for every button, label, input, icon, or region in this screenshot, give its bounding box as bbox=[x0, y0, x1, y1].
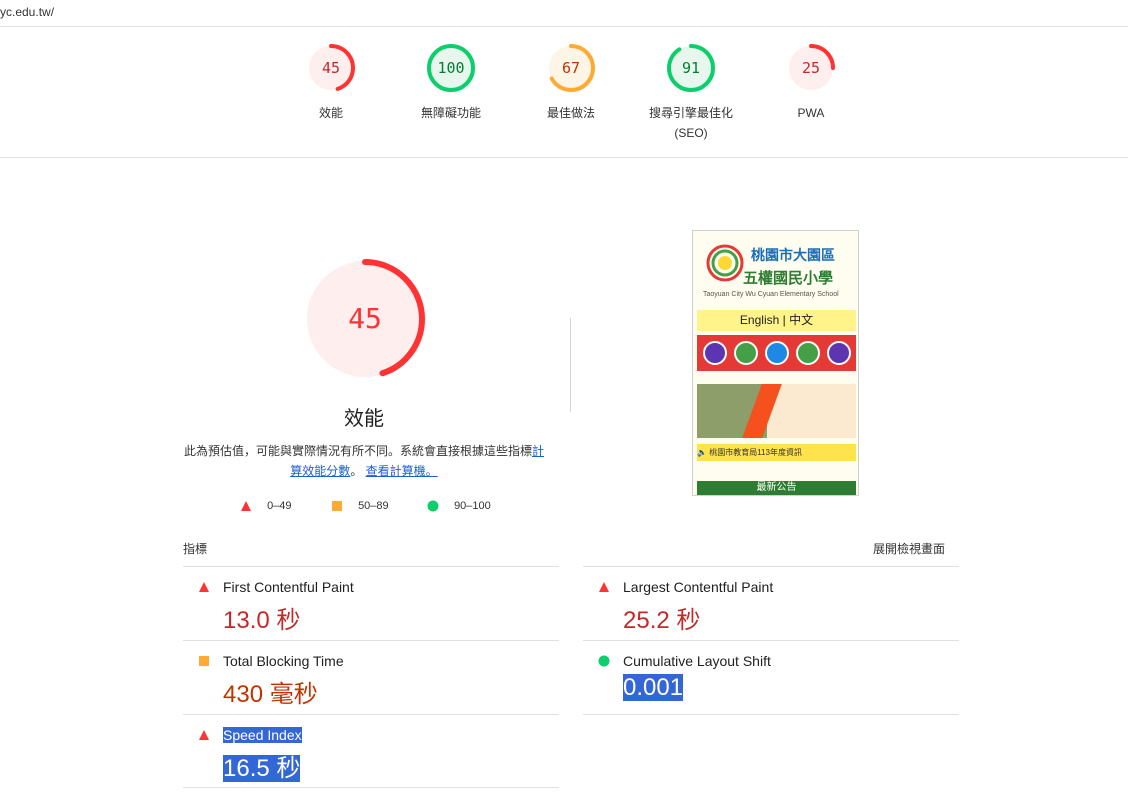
metric-title: Speed Index bbox=[223, 727, 302, 743]
triangle-icon bbox=[599, 582, 609, 592]
gauge-score: 100 bbox=[437, 59, 464, 77]
circle-icon bbox=[427, 500, 439, 512]
gauge-ring-icon: 45 bbox=[307, 44, 355, 92]
legend-range: 0–49 bbox=[267, 500, 292, 513]
legend-fail: 0–49 bbox=[240, 500, 292, 520]
speaker-icon: 🔈 bbox=[697, 448, 707, 457]
description-separator: 。 bbox=[350, 464, 363, 478]
metric-title: Cumulative Layout Shift bbox=[623, 653, 771, 669]
mail-icon bbox=[827, 341, 851, 365]
performance-gauge: 45 bbox=[305, 259, 425, 379]
gauge-label: 效能 bbox=[318, 106, 343, 120]
performance-title: 效能 bbox=[344, 408, 384, 430]
gauge-ring-icon: 67 bbox=[547, 44, 595, 92]
school-logo-icon bbox=[706, 244, 744, 282]
metric-value: 25.2 秒 bbox=[623, 607, 701, 634]
metric-total-blocking-time: Total Blocking Time 430 毫秒 bbox=[183, 640, 559, 714]
preview-news-label: 最新公告 bbox=[697, 481, 856, 495]
grid-icon bbox=[734, 341, 758, 365]
performance-description: 此為預估值，可能與實際情況有所不同。系統會直接根據這些指標計算效能分數。 查看計… bbox=[180, 441, 548, 481]
url-text: yc.edu.tw/ bbox=[0, 5, 55, 19]
expand-view-toggle[interactable]: 展開檢視畫面 bbox=[873, 540, 945, 557]
gauge-label: PWA bbox=[797, 106, 825, 120]
metric-value: 0.001 bbox=[623, 674, 684, 702]
legend-range: 50–89 bbox=[358, 500, 389, 513]
metric-title-selected: Speed Index bbox=[223, 727, 302, 743]
preview-photo bbox=[697, 384, 856, 438]
menu-icon bbox=[703, 341, 727, 365]
preview-school-name: 五權國民小學 bbox=[743, 270, 834, 287]
metric-title: Total Blocking Time bbox=[223, 653, 344, 669]
legend-range: 90–100 bbox=[454, 500, 491, 513]
square-icon bbox=[199, 656, 209, 666]
gauge-accessibility[interactable]: 100 無障礙功能 bbox=[391, 42, 511, 123]
gear-icon bbox=[796, 341, 820, 365]
gauge-label-line1: 搜尋引擎最佳化 bbox=[648, 106, 733, 120]
metric-value: 13.0 秒 bbox=[223, 607, 301, 634]
preview-school-city: 桃園市大園區 bbox=[751, 247, 835, 263]
metric-value-selected: 0.001 bbox=[623, 674, 684, 701]
preview-header: 桃園市大園區 五權國民小學 Taoyuan City Wu Cyuan Elem… bbox=[693, 231, 858, 309]
gauge-seo[interactable]: 91 搜尋引擎最佳化 (SEO) bbox=[631, 42, 751, 143]
preview-language-bar: English | 中文 bbox=[697, 310, 856, 331]
metric-first-contentful-paint: First Contentful Paint 13.0 秒 bbox=[183, 566, 559, 640]
metric-value: 430 毫秒 bbox=[223, 681, 318, 708]
metric-row-divider bbox=[583, 714, 959, 715]
url-bar[interactable]: yc.edu.tw/ bbox=[0, 0, 1128, 27]
triangle-icon bbox=[199, 582, 209, 592]
gauge-pwa[interactable]: 25 PWA bbox=[751, 42, 871, 123]
metric-largest-contentful-paint: Largest Contentful Paint 25.2 秒 bbox=[583, 566, 959, 640]
gauge-ring-icon: 25 bbox=[787, 44, 835, 92]
legend-pass: 90–100 bbox=[427, 500, 491, 520]
preview-school-en: Taoyuan City Wu Cyuan Elementary School bbox=[703, 291, 839, 298]
circle-icon bbox=[598, 655, 610, 667]
gauge-label: 搜尋引擎最佳化 (SEO) bbox=[631, 103, 751, 143]
legend-average: 50–89 bbox=[331, 500, 389, 520]
gauge-label: 最佳做法 bbox=[546, 106, 595, 120]
metric-value-selected: 16.5 秒 bbox=[223, 755, 301, 782]
category-gauges: 45 效能 100 無障礙功能 67 最佳做法 91 搜尋引擎最佳化 (SEO) bbox=[0, 28, 1128, 158]
gauge-performance[interactable]: 45 效能 bbox=[271, 42, 391, 123]
gauge-label-line2: (SEO) bbox=[674, 126, 708, 140]
gauge-score: 25 bbox=[802, 59, 820, 77]
metric-title: First Contentful Paint bbox=[223, 579, 354, 595]
gauge-label: 無障礙功能 bbox=[420, 106, 481, 120]
gauge-score: 45 bbox=[322, 59, 340, 77]
metric-speed-index: Speed Index 16.5 秒 bbox=[183, 714, 559, 788]
metric-cumulative-layout-shift: Cumulative Layout Shift 0.001 bbox=[583, 640, 959, 714]
view-calculator-link[interactable]: 查看計算機。 bbox=[366, 464, 438, 478]
metric-value: 16.5 秒 bbox=[223, 748, 301, 783]
metric-title: Largest Contentful Paint bbox=[623, 579, 774, 595]
metrics-heading: 指標 bbox=[183, 542, 208, 556]
gauge-ring-icon: 91 bbox=[667, 44, 715, 92]
preview-icon-bar bbox=[697, 335, 856, 371]
preview-ticker: 🔈 桃園市教育局113年度資訊 bbox=[697, 444, 856, 461]
photo-panel bbox=[767, 384, 856, 438]
preview-ticker-text: 桃園市教育局113年度資訊 bbox=[709, 448, 802, 457]
gauge-score: 91 bbox=[682, 59, 700, 77]
vertical-divider bbox=[570, 318, 571, 412]
triangle-icon bbox=[241, 501, 251, 512]
performance-score: 45 bbox=[348, 302, 382, 335]
search-icon bbox=[765, 341, 789, 365]
triangle-icon bbox=[199, 730, 209, 740]
description-text: 此為預估值，可能與實際情況有所不同。系統會直接根據這些指標 bbox=[183, 444, 532, 458]
page-screenshot-preview[interactable]: 桃園市大園區 五權國民小學 Taoyuan City Wu Cyuan Elem… bbox=[692, 230, 859, 496]
gauge-best-practices[interactable]: 67 最佳做法 bbox=[511, 42, 631, 123]
gauge-ring-icon: 100 bbox=[427, 44, 475, 92]
gauge-score: 67 bbox=[562, 59, 580, 77]
metrics-bottom-divider bbox=[183, 787, 559, 788]
square-icon bbox=[332, 501, 342, 512]
